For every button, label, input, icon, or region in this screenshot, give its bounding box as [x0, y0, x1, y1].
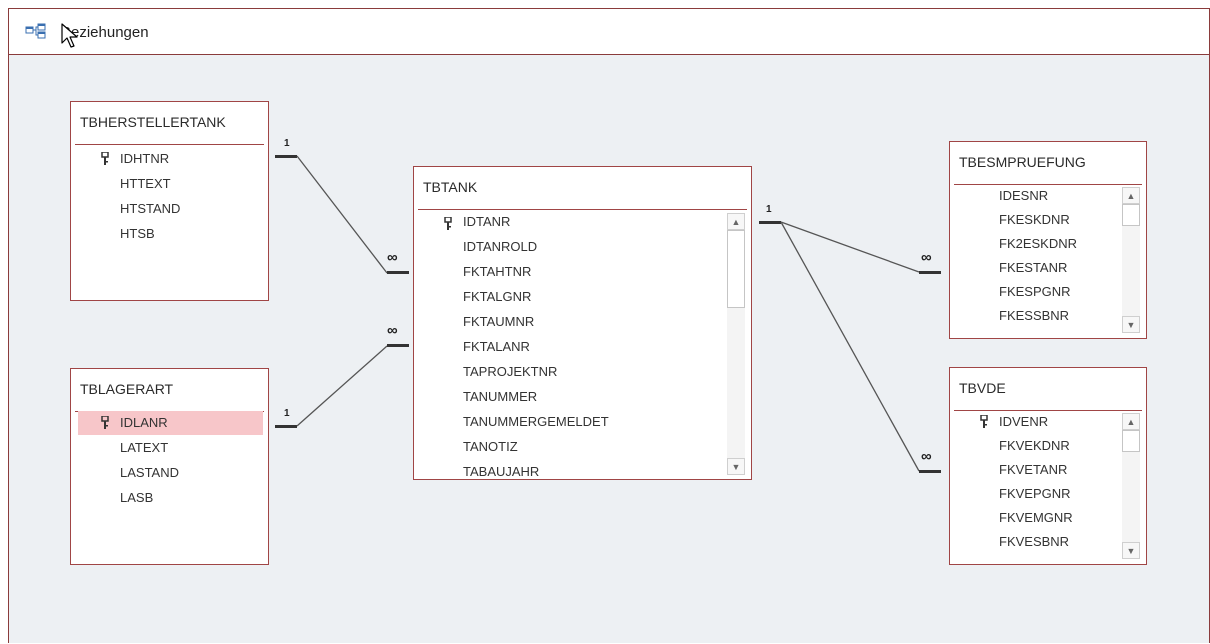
field-row[interactable]: TANOTIZ [463, 435, 518, 459]
field-row[interactable]: HTSTAND [120, 197, 180, 221]
field-row-selected[interactable]: IDLANR [120, 411, 168, 435]
scroll-down-button[interactable]: ▼ [1122, 316, 1140, 333]
table-tbtank[interactable]: TBTANK IDTANR IDTANROLD FKTAHTNR FKTALGN… [413, 166, 752, 480]
scroll-down-button[interactable]: ▼ [1122, 542, 1140, 559]
field-row[interactable]: IDTANROLD [463, 235, 537, 259]
table-tbherstellertank[interactable]: TBHERSTELLERTANK IDHTNR HTTEXT HTSTAND H… [70, 101, 269, 301]
field-row[interactable]: FKTAUMNR [463, 310, 534, 334]
table-title[interactable]: TBTANK [423, 179, 477, 195]
table-tbesmpruefung[interactable]: TBESMPRUEFUNG IDESNR FKESKDNR FK2ESKDNR … [949, 141, 1147, 339]
primary-key-icon [101, 416, 109, 429]
cardinality-many: ∞ [387, 322, 398, 339]
field-row[interactable]: LASTAND [120, 461, 179, 485]
scroll-thumb[interactable] [1122, 430, 1140, 452]
relationships-window: Beziehungen 1 ∞ 1 ∞ 1 ∞ ∞ TBHERSTELLERTA… [8, 8, 1210, 643]
vertical-scrollbar[interactable]: ▲ ▼ [1122, 187, 1140, 333]
cardinality-one: 1 [284, 138, 290, 149]
field-row[interactable]: FKESPGNR [999, 280, 1071, 304]
field-row[interactable]: TABAUJAHR [463, 460, 539, 479]
mouse-cursor-icon [61, 23, 78, 48]
field-row[interactable]: FKVESBNR [999, 530, 1069, 554]
relationship-lagerart-tank[interactable] [275, 344, 409, 428]
field-row[interactable]: FKVEMGNR [999, 506, 1073, 530]
relationship-tank-esmpruefung[interactable] [759, 221, 941, 274]
field-row[interactable]: IDHTNR [120, 147, 169, 171]
field-row[interactable]: IDVENR [999, 410, 1048, 434]
table-title-divider [75, 144, 264, 145]
cardinality-one: 1 [284, 408, 290, 419]
field-row[interactable]: HTSB [120, 222, 155, 246]
scroll-up-button[interactable]: ▲ [1122, 413, 1140, 430]
field-row[interactable]: FK2ESKDNR [999, 232, 1077, 256]
relationship-canvas[interactable]: 1 ∞ 1 ∞ 1 ∞ ∞ TBHERSTELLERTANK IDHTNR HT… [9, 55, 1209, 643]
scroll-up-button[interactable]: ▲ [1122, 187, 1140, 204]
table-tblagerart[interactable]: TBLAGERART IDLANR LATEXT LASTAND LASB [70, 368, 269, 565]
primary-key-icon [101, 152, 109, 165]
table-tbvde[interactable]: TBVDE IDVENR FKVEKDNR FKVETANR FKVEPGNR … [949, 367, 1147, 565]
field-row[interactable]: LASB [120, 486, 153, 510]
table-title[interactable]: TBESMPRUEFUNG [959, 154, 1086, 170]
field-row[interactable]: FKTALANR [463, 335, 530, 359]
cardinality-many: ∞ [387, 249, 398, 266]
field-row[interactable]: FKVEPGNR [999, 482, 1071, 506]
cardinality-many: ∞ [921, 249, 932, 266]
scroll-up-button[interactable]: ▲ [727, 213, 745, 230]
primary-key-icon [444, 217, 452, 230]
cardinality-many: ∞ [921, 448, 932, 465]
primary-key-icon [980, 415, 988, 428]
field-row[interactable]: FKTALGNR [463, 285, 531, 309]
field-row[interactable]: FKESKDNR [999, 208, 1070, 232]
field-row[interactable]: TANUMMER [463, 385, 537, 409]
table-title[interactable]: TBVDE [959, 380, 1006, 396]
field-row[interactable]: FKESSBNR [999, 304, 1069, 328]
field-row[interactable]: FKVEKDNR [999, 434, 1070, 458]
field-row[interactable]: TANUMMERGEMELDET [463, 410, 609, 434]
relationships-icon [25, 23, 46, 39]
document-tab[interactable]: Beziehungen [9, 9, 1209, 55]
table-title[interactable]: TBLAGERART [80, 381, 173, 397]
scroll-thumb[interactable] [727, 230, 745, 308]
relationship-tank-vde[interactable] [780, 221, 941, 473]
scroll-thumb[interactable] [1122, 204, 1140, 226]
field-row[interactable]: TAPROJEKTNR [463, 360, 557, 384]
field-row[interactable]: IDTANR [463, 210, 510, 234]
field-row[interactable]: HTTEXT [120, 172, 171, 196]
field-row[interactable]: FKESTANR [999, 256, 1067, 280]
scroll-down-button[interactable]: ▼ [727, 458, 745, 475]
field-row[interactable]: LATEXT [120, 436, 168, 460]
vertical-scrollbar[interactable]: ▲ ▼ [727, 213, 745, 475]
field-row[interactable]: IDESNR [999, 184, 1048, 208]
table-title[interactable]: TBHERSTELLERTANK [80, 114, 226, 130]
field-row[interactable]: FKVETANR [999, 458, 1067, 482]
vertical-scrollbar[interactable]: ▲ ▼ [1122, 413, 1140, 559]
field-row[interactable]: FKTAHTNR [463, 260, 531, 284]
cardinality-one: 1 [766, 204, 772, 215]
